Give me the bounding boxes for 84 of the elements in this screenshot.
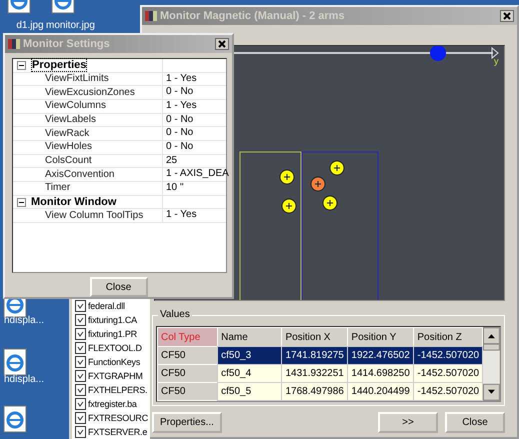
property-name[interactable]: ViewHoles [13,140,163,154]
property-value[interactable]: 25 [163,154,226,168]
table-cell[interactable]: 1768.497986 [282,382,348,400]
table-cell[interactable]: 1414.698250 [348,364,414,382]
category-label[interactable]: Properties [31,58,88,72]
property-value[interactable]: 1 - AXIS_DEA [163,168,229,182]
table-cell[interactable]: 1741.819275 [282,346,348,365]
table-cell[interactable]: -1452.507020 [414,382,483,400]
property-value[interactable]: 0 - No [163,86,226,99]
property-value[interactable]: 1 - Yes [163,209,226,222]
table-cell[interactable]: 1922.476502 [348,346,414,365]
property-value[interactable]: 10 '' [163,182,226,195]
point-marker [280,170,294,184]
category-label[interactable]: Monitor Window [31,196,116,208]
property-value[interactable]: 1 - Yes [163,100,226,113]
table-cell[interactable]: -1452.507020 [414,364,483,382]
file-name[interactable]: fixturing1.CA [88,314,137,324]
collapse-icon[interactable] [17,198,26,207]
table-cell[interactable]: cf50_5 [218,382,282,400]
property-value[interactable]: 0 - No [163,127,226,140]
button[interactable]: >> [378,412,438,433]
property-name[interactable]: ViewRack [13,127,163,140]
table-cell[interactable]: cf50_3 [218,346,282,365]
file-name[interactable]: federal.dll [88,300,125,310]
file-name[interactable]: FXTHELPERS. [88,384,148,394]
file-name[interactable]: FLEXTOOL.D [88,342,142,352]
file-label[interactable]: monitor.jpg [46,20,94,31]
property-value[interactable]: 0 - No [163,140,226,154]
file-name[interactable]: fixturing1.PR [88,328,137,338]
collapse-icon[interactable] [17,60,26,70]
property-name[interactable]: ViewLabels [13,114,163,126]
window-title: Monitor Magnetic (Manual) - 2 arms [160,10,346,22]
property-name[interactable]: ViewFixtLimits [13,72,163,86]
app-icon [8,38,20,50]
document-icon [75,356,86,368]
document-icon [75,314,86,326]
group-title: Values [158,309,192,320]
file-name[interactable]: FXTSERVER.e [88,426,148,436]
button[interactable]: Properties... [152,412,222,433]
file-name[interactable]: FXTGRAPHM [88,370,143,380]
close-button[interactable] [500,10,514,22]
property-name[interactable]: View Column ToolTips [13,209,163,222]
property-name[interactable]: ViewColumns [13,100,163,113]
close-button[interactable]: Close [90,277,148,297]
axis-label: y [494,56,498,66]
position-marker [430,46,446,61]
file-label[interactable]: hdispla... [0,315,48,326]
close-button[interactable] [215,38,229,50]
file-label[interactable]: hdispla... [0,374,48,385]
table-cell[interactable]: 1431.932251 [282,364,348,382]
property-value[interactable]: 0 - No [163,114,226,126]
file-name[interactable]: FXTRESOURC [88,412,148,422]
point-marker [282,198,296,214]
app-icon [145,10,157,22]
dialog-title: Monitor Settings [23,38,111,50]
column-header[interactable]: Position Y [348,328,414,347]
table-cell: CF50 [158,346,218,365]
file-icon [2,348,28,376]
document-icon [75,384,86,396]
file-name[interactable]: FunctionKeys [88,356,140,366]
table-cell[interactable]: cf50_4 [218,364,282,382]
file-name[interactable]: fxtregister.ba [88,398,137,408]
property-value[interactable]: 1 - Yes [163,72,226,86]
document-icon [75,342,86,354]
table-cell[interactable]: 1440.204499 [348,382,414,400]
document-icon [75,412,86,424]
button[interactable]: Close [445,412,505,433]
property-name[interactable]: Timer [13,182,163,195]
document-icon [75,398,86,410]
table-cell: CF50 [158,364,218,382]
column-header[interactable]: Position X [282,328,348,347]
file-icon [2,405,28,433]
document-icon [75,370,86,382]
point-marker [310,176,326,192]
property-name[interactable]: ViewExcusionZones [13,86,163,99]
property-name[interactable]: AxisConvention [13,168,163,182]
point-marker [330,160,344,176]
table-cell[interactable]: -1452.507020 [414,346,483,365]
point-marker [322,196,338,210]
column-header[interactable]: Name [218,328,282,347]
document-icon [75,328,86,340]
column-header[interactable]: Position Z [414,328,483,347]
property-name[interactable]: ColsCount [13,154,163,168]
table-cell: CF50 [158,382,218,400]
